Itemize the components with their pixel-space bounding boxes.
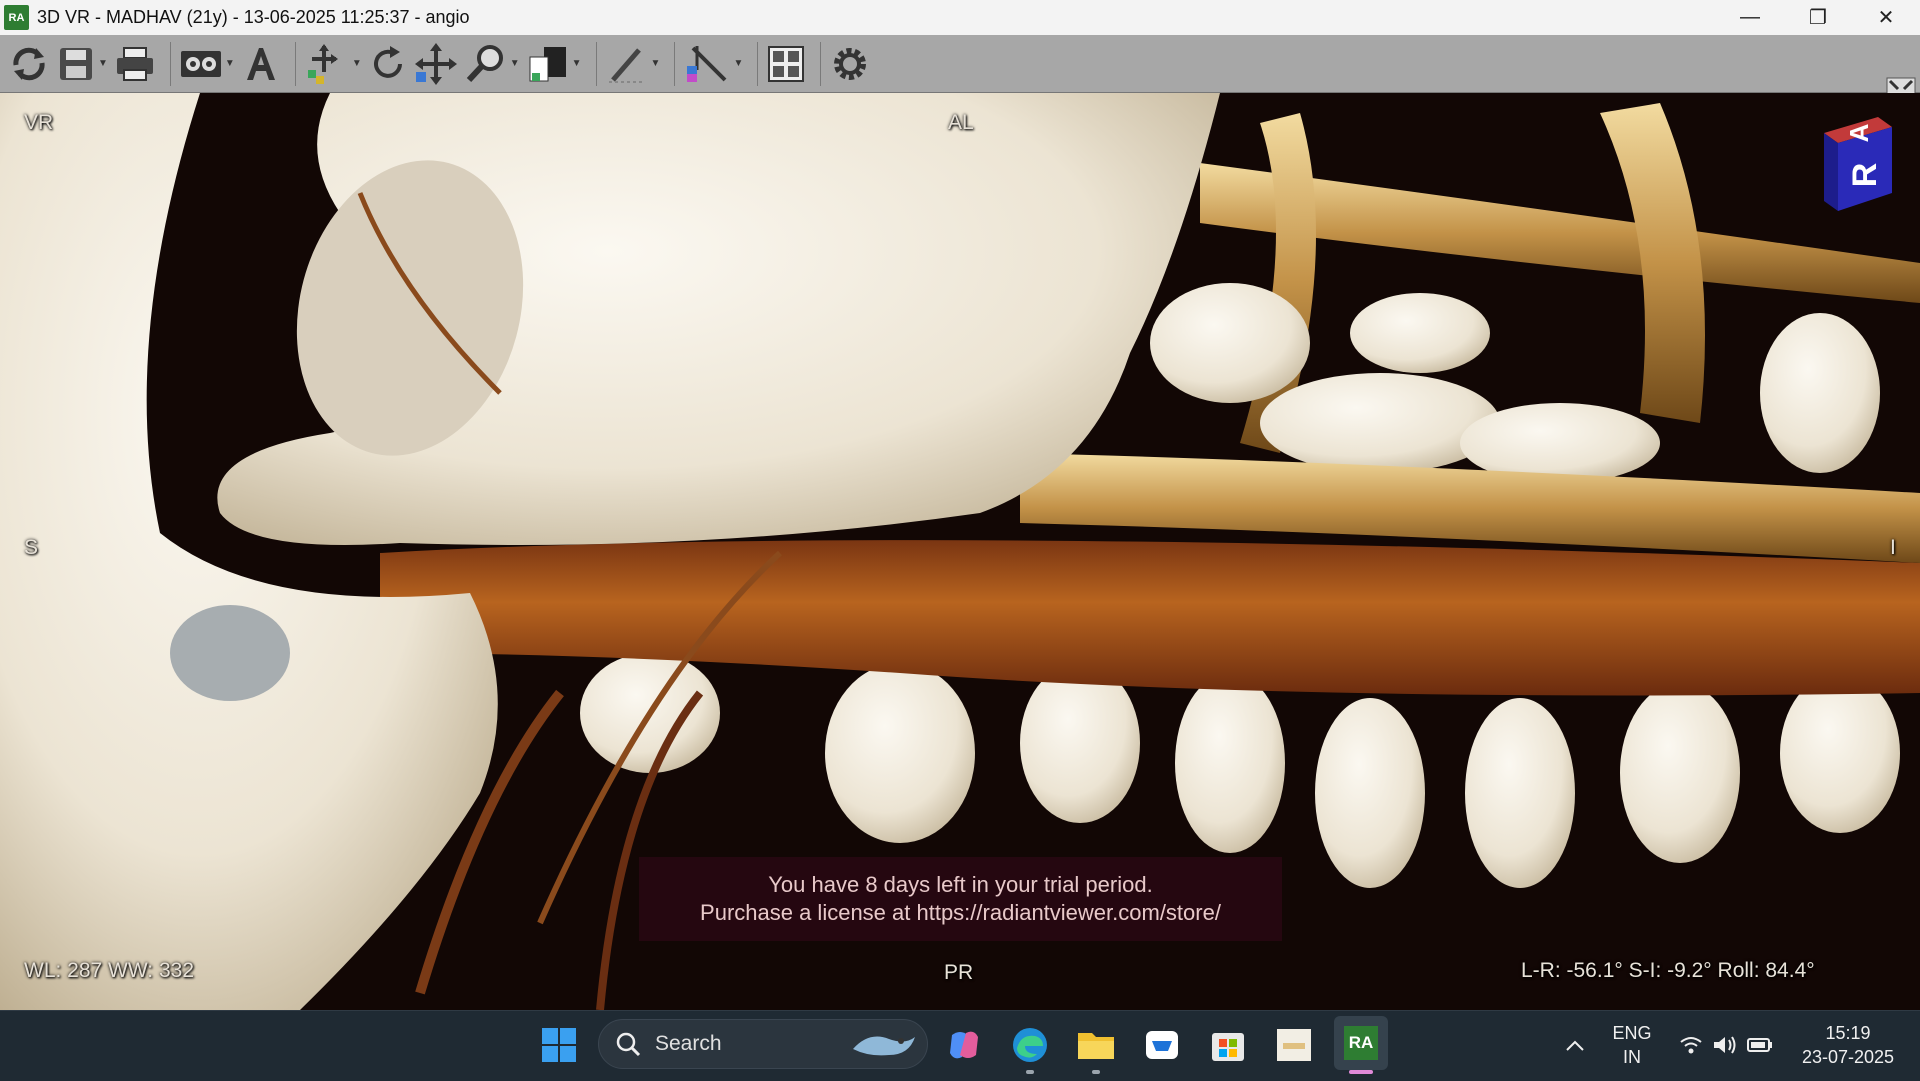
title-bar: RA 3D VR - MADHAV (21y) - 13-06-2025 11:… bbox=[0, 0, 1920, 35]
battery-icon bbox=[1747, 1038, 1772, 1052]
file-explorer-button[interactable] bbox=[1073, 1022, 1119, 1068]
select-tool-button[interactable]: ▼ bbox=[304, 40, 362, 88]
cine-icon bbox=[180, 50, 221, 77]
save-icon bbox=[60, 47, 92, 80]
toolbar-separator bbox=[294, 41, 296, 86]
layout-icon bbox=[768, 45, 805, 82]
zoom-dropdown-icon[interactable]: ▼ bbox=[510, 58, 520, 69]
volume-render-viewport[interactable]: VR AL S I PR WL: 287 WW: 332 L-R: -56.1°… bbox=[0, 93, 1920, 1010]
radiant-active-indicator bbox=[1349, 1070, 1373, 1074]
draw-dropdown-icon[interactable]: ▼ bbox=[651, 58, 661, 69]
orientation-top-label: AL bbox=[948, 111, 974, 134]
zoom-tool-button[interactable]: ▼ bbox=[464, 40, 520, 88]
toolbar-separator bbox=[169, 41, 171, 86]
pan-icon bbox=[414, 42, 457, 85]
select-icon bbox=[307, 43, 338, 84]
orientation-cube[interactable]: A R bbox=[1818, 103, 1898, 213]
orientation-cube-top-label: A bbox=[1844, 123, 1874, 142]
wifi-icon bbox=[1680, 1037, 1702, 1054]
settings-button[interactable] bbox=[829, 40, 871, 88]
zoom-icon bbox=[466, 44, 503, 82]
orientation-right-label: I bbox=[1890, 536, 1896, 559]
orientation-cube-front-label: R bbox=[1846, 163, 1884, 188]
restore-button[interactable]: ❐ bbox=[1784, 0, 1852, 35]
draw-icon bbox=[608, 47, 645, 83]
notes-app-icon bbox=[1277, 1029, 1311, 1061]
chevron-up-icon bbox=[1566, 1040, 1584, 1051]
save-dropdown-icon[interactable]: ▼ bbox=[98, 58, 108, 69]
explorer-running-indicator bbox=[1092, 1070, 1100, 1074]
cine-dropdown-icon[interactable]: ▼ bbox=[225, 58, 235, 69]
toolbar-separator bbox=[820, 41, 822, 86]
show-hidden-icons-button[interactable] bbox=[1552, 1022, 1598, 1068]
toolbar-separator bbox=[674, 41, 676, 86]
region-label: IN bbox=[1623, 1047, 1641, 1067]
rotate-tool-button[interactable] bbox=[368, 40, 408, 88]
battery-button[interactable] bbox=[1737, 1022, 1783, 1068]
language-indicator[interactable]: ENG IN bbox=[1604, 1021, 1660, 1069]
text-annotation-button[interactable] bbox=[241, 40, 281, 88]
pan-tool-button[interactable] bbox=[414, 40, 458, 88]
window-level-readout: WL: 287 WW: 332 bbox=[24, 959, 195, 982]
radiant-viewer-button[interactable]: RA bbox=[1334, 1016, 1388, 1070]
window-level-icon bbox=[529, 46, 566, 81]
copilot-icon bbox=[950, 1031, 978, 1059]
taskbar-search-box[interactable]: Search bbox=[598, 1019, 928, 1069]
close-button[interactable]: ✕ bbox=[1852, 0, 1920, 35]
minimize-button[interactable]: — bbox=[1716, 0, 1784, 35]
print-button[interactable] bbox=[114, 40, 156, 88]
microsoft-store-icon bbox=[1212, 1033, 1244, 1061]
refresh-icon bbox=[13, 47, 45, 80]
window-level-button[interactable]: ▼ bbox=[526, 40, 582, 88]
start-button[interactable] bbox=[536, 1022, 582, 1068]
select-dropdown-icon[interactable]: ▼ bbox=[352, 58, 362, 69]
refresh-button[interactable] bbox=[8, 40, 50, 88]
radiant-viewer-icon: RA bbox=[1344, 1026, 1378, 1060]
annotation-text-icon bbox=[246, 47, 275, 80]
app-logo-icon: RA bbox=[4, 5, 29, 30]
toolbar: ▼ ▼ ▼ ▼ ▼ ▼ ▼ bbox=[0, 35, 1920, 107]
rotate-icon bbox=[373, 45, 402, 78]
orientation-bottom-label: PR bbox=[944, 961, 974, 984]
window-title: 3D VR - MADHAV (21y) - 13-06-2025 11:25:… bbox=[37, 7, 470, 27]
copilot-button[interactable] bbox=[941, 1022, 987, 1068]
trial-notice-line1: You have 8 days left in your trial perio… bbox=[768, 872, 1153, 897]
search-highlight-icon bbox=[853, 1036, 915, 1056]
file-explorer-icon bbox=[1078, 1033, 1114, 1059]
rotation-readout: L-R: -56.1° S-I: -9.2° Roll: 84.4° bbox=[1521, 959, 1815, 982]
edge-icon bbox=[1013, 1028, 1047, 1062]
clock-date: 23-07-2025 bbox=[1801, 1047, 1895, 1067]
windows-start-icon bbox=[542, 1028, 576, 1062]
microsoft-store-button[interactable] bbox=[1205, 1022, 1251, 1068]
search-icon bbox=[616, 1032, 641, 1057]
measure-icon bbox=[687, 45, 727, 82]
measure-dropdown-icon[interactable]: ▼ bbox=[733, 58, 743, 69]
language-label: ENG bbox=[1612, 1023, 1652, 1043]
orientation-left-label: S bbox=[24, 536, 39, 559]
edge-running-indicator bbox=[1026, 1070, 1034, 1074]
store-bag-icon bbox=[1146, 1031, 1178, 1059]
view-mode-label: VR bbox=[24, 111, 54, 134]
trial-notice: You have 8 days left in your trial perio… bbox=[639, 857, 1282, 941]
measure-tool-button[interactable]: ▼ bbox=[683, 40, 743, 88]
clock[interactable]: 15:19 23-07-2025 bbox=[1790, 1021, 1906, 1069]
print-icon bbox=[116, 46, 153, 81]
volume-icon bbox=[1714, 1036, 1736, 1054]
store-bag-button[interactable] bbox=[1139, 1022, 1185, 1068]
layout-button[interactable] bbox=[766, 40, 806, 88]
cine-button[interactable]: ▼ bbox=[179, 40, 235, 88]
window-level-dropdown-icon[interactable]: ▼ bbox=[572, 58, 582, 69]
search-label: Search bbox=[655, 1032, 722, 1055]
save-button[interactable]: ▼ bbox=[56, 40, 108, 88]
toolbar-separator bbox=[757, 41, 759, 86]
edge-button[interactable] bbox=[1007, 1022, 1053, 1068]
trial-notice-line2: Purchase a license at https://radiantvie… bbox=[700, 900, 1221, 925]
notes-app-button[interactable] bbox=[1271, 1022, 1317, 1068]
settings-icon bbox=[834, 47, 867, 80]
clock-time: 15:19 bbox=[1825, 1023, 1871, 1043]
toolbar-separator bbox=[595, 41, 597, 86]
draw-tool-button[interactable]: ▼ bbox=[605, 40, 661, 88]
